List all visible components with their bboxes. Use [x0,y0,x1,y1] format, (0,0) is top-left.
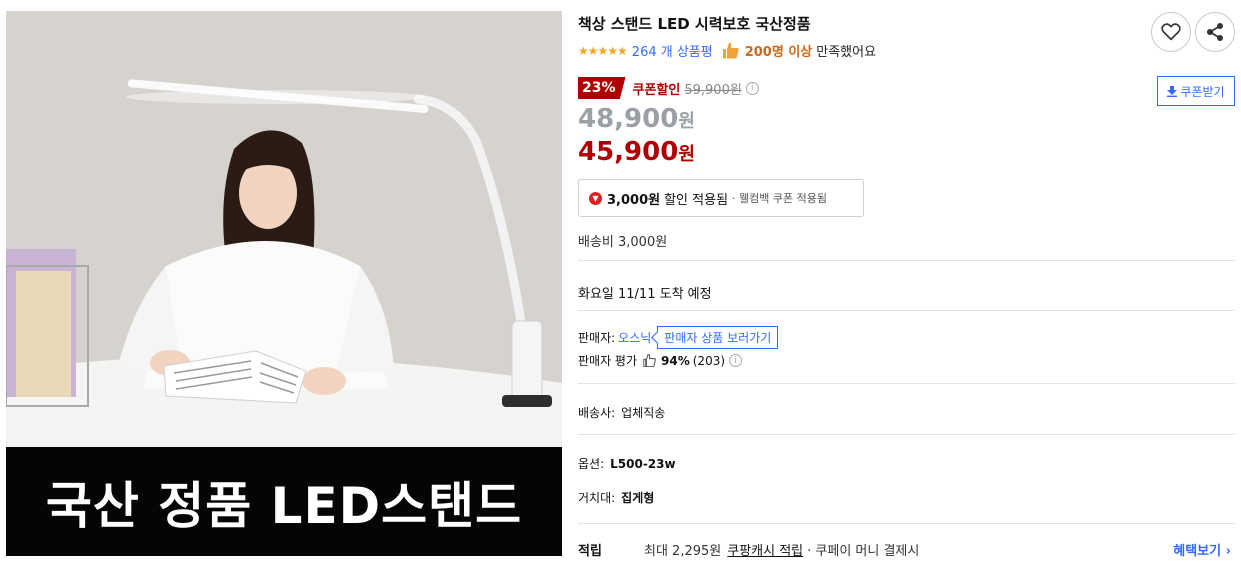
option-row: 옵션: L500-23w [578,455,676,472]
seller-row: 판매자: 오스닉 판매자 상품 보러가기 [578,326,779,349]
product-image: 국산 정품 LED스탠드 [6,11,562,556]
carrier-label: 배송사: [578,406,616,420]
carrier-row: 배송사: 업체직송 [578,404,665,421]
review-count-link[interactable]: 264 개 상품평 [632,41,713,60]
coupon-price-value: 45,900 [578,137,679,167]
sale-price-value: 48,900 [578,104,679,134]
heart-icon [1161,23,1181,41]
thumbs-up-outline-icon [643,354,656,367]
seller-name-link[interactable]: 오스닉 [618,329,651,346]
see-benefits-link[interactable]: 혜택보기 › [1173,540,1231,559]
coupon-price: 45,900원 [578,137,695,167]
reward-max: 최대 2,295원 [644,544,722,559]
image-banner-text: 국산 정품 LED스탠드 [45,476,523,535]
sale-price: 48,900원 [578,104,695,134]
applied-note: · 웰컴백 쿠폰 적용됨 [732,192,827,205]
discount-row: 23% 쿠폰할인 59,900원 i [578,77,759,99]
get-coupon-label: 쿠폰받기 [1180,84,1225,99]
download-icon [1167,85,1178,97]
coupon-discount-label: 쿠폰할인 [632,82,681,98]
shipping-fee: 배송비 3,000원 [578,235,668,250]
divider [578,383,1235,384]
carrier-value: 업체직송 [621,406,666,420]
reward-row: 적립 최대 2,295원 쿠팡캐시 적립 · 쿠페이 머니 결제시 혜택보기 › [578,540,1235,559]
divider [578,260,1235,261]
satisfaction-count: 200명 이상 [744,45,813,60]
mount-label: 거치대: [578,491,616,505]
discount-badge: 23% [578,77,626,99]
original-price: 59,900원 [684,82,742,98]
mount-row: 거치대: 집게형 [578,489,654,506]
sale-price-unit: 원 [678,111,695,132]
satisfaction-text: 만족했어요 [816,45,877,60]
product-title: 책상 스탠드 LED 시력보호 국산정품 [578,15,811,33]
applied-text: 할인 적용됨 [664,192,729,208]
applied-coupon-box: ▼ 3,000원 할인 적용됨 · 웰컴백 쿠폰 적용됨 [578,179,864,217]
image-banner: 국산 정품 LED스탠드 [6,447,562,556]
divider [578,310,1235,311]
mount-value[interactable]: 집게형 [621,489,654,506]
seller-eval-percent: 94% [661,353,690,368]
divider [578,434,1235,435]
coupang-cash-link[interactable]: 쿠팡캐시 적립 [727,540,803,559]
share-button[interactable] [1195,12,1235,52]
applied-amount: 3,000원 [607,192,661,208]
favorite-button[interactable] [1151,12,1191,52]
rating-stars: ★★★★★ [578,43,628,58]
info-icon[interactable]: i [745,81,759,95]
reward-label: 적립 [578,544,602,559]
arrival-estimate: 화요일 11/11 도착 예정 [578,287,712,302]
seller-products-button[interactable]: 판매자 상품 보러가기 [657,326,779,349]
get-coupon-button[interactable]: 쿠폰받기 [1157,76,1235,106]
seller-label: 판매자: [578,331,616,345]
info-icon[interactable]: i [729,354,743,367]
option-label: 옵션: [578,457,605,471]
option-value[interactable]: L500-23w [610,457,675,471]
thumbs-up-icon [722,42,739,59]
seller-eval-count: (203) [692,353,726,368]
seller-eval-label: 판매자 평가 [578,354,638,368]
seller-evaluation: 판매자 평가 94% (203) i [578,352,743,369]
divider [578,523,1235,524]
share-icon [1207,23,1223,41]
reward-condition: · 쿠페이 머니 결제시 [807,544,920,559]
rating-row: ★★★★★ 264 개 상품평 200명 이상 만족했어요 [578,41,876,60]
arrow-down-icon: ▼ [589,191,602,205]
coupon-price-unit: 원 [678,144,695,165]
